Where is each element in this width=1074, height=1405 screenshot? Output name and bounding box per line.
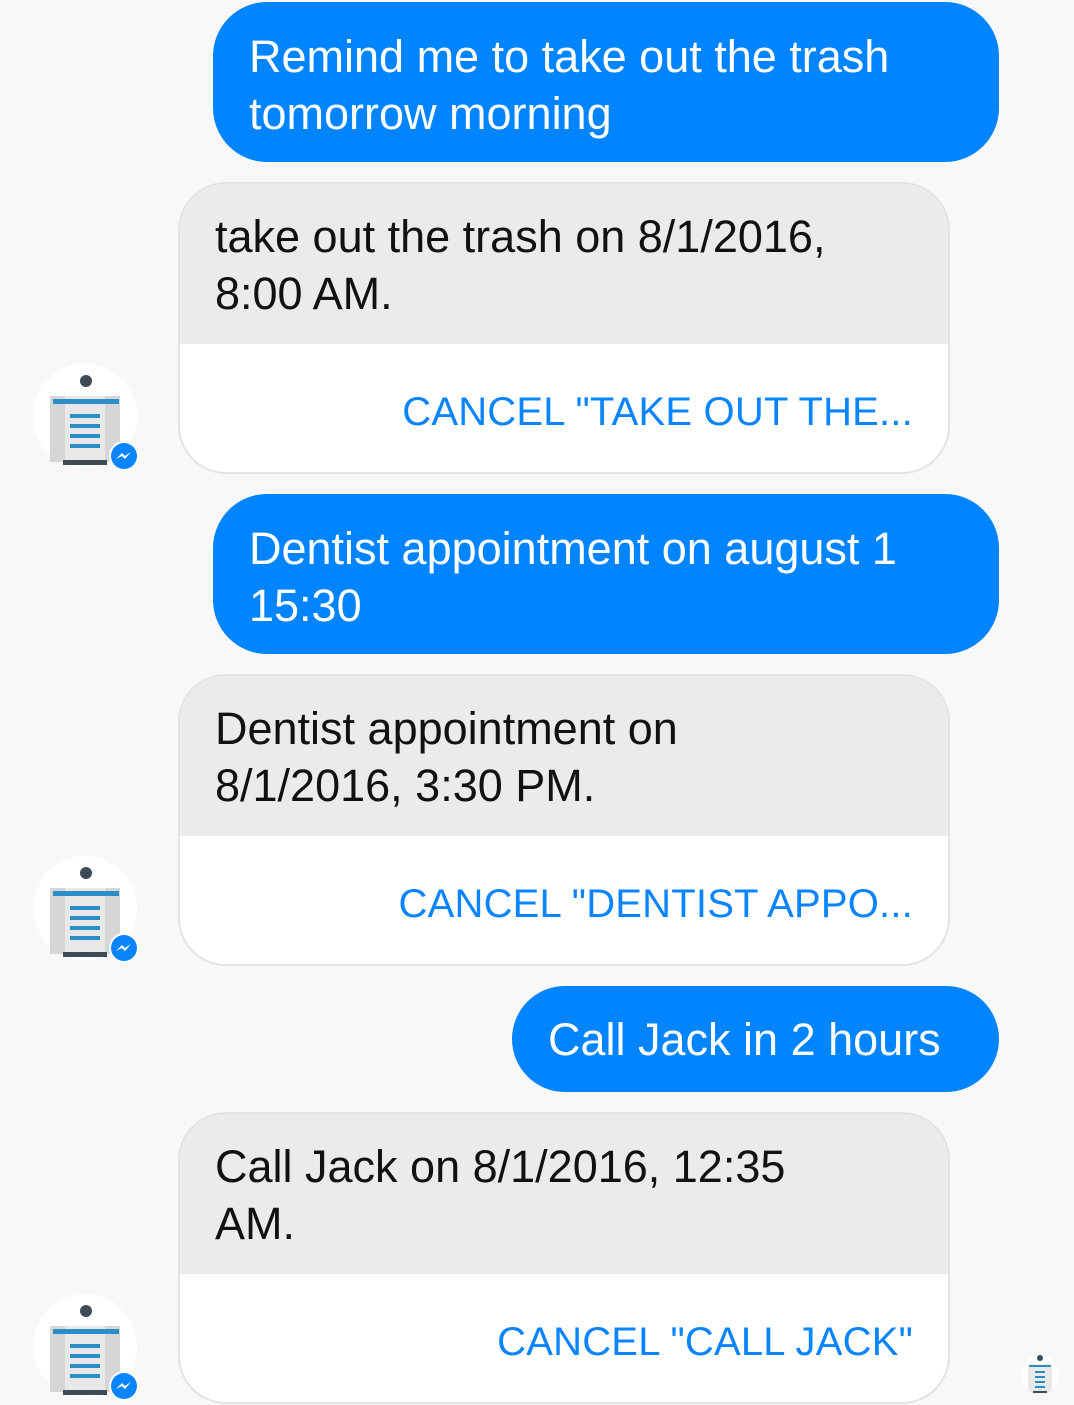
bot-avatar[interactable] <box>33 1294 141 1402</box>
messenger-icon <box>109 441 139 471</box>
bot-message-card: Call Jack on 8/1/2016, 12:35 AM. CANCEL … <box>178 1112 950 1404</box>
bot-message-text: Call Jack on 8/1/2016, 12:35 AM. <box>180 1114 948 1274</box>
user-message: Dentist appointment on august 1 15:30 <box>213 494 999 654</box>
bot-avatar[interactable] <box>33 856 141 964</box>
cancel-reminder-button[interactable]: CANCEL "DENTIST APPO... <box>180 836 948 964</box>
bot-message-card: Dentist appointment on 8/1/2016, 3:30 PM… <box>178 674 950 966</box>
read-receipt-icon <box>1021 1355 1059 1393</box>
user-message: Call Jack in 2 hours <box>512 986 999 1092</box>
messenger-icon <box>109 1371 139 1401</box>
cancel-reminder-button[interactable]: CANCEL "CALL JACK" <box>180 1274 948 1402</box>
bot-message-card: take out the trash on 8/1/2016, 8:00 AM.… <box>178 182 950 474</box>
bot-message-text: take out the trash on 8/1/2016, 8:00 AM. <box>180 184 948 344</box>
user-message: Remind me to take out the trash tomorrow… <box>213 2 999 162</box>
bot-avatar[interactable] <box>33 364 141 472</box>
bot-message-text: Dentist appointment on 8/1/2016, 3:30 PM… <box>180 676 948 836</box>
messenger-icon <box>109 933 139 963</box>
cancel-reminder-button[interactable]: CANCEL "TAKE OUT THE... <box>180 344 948 472</box>
